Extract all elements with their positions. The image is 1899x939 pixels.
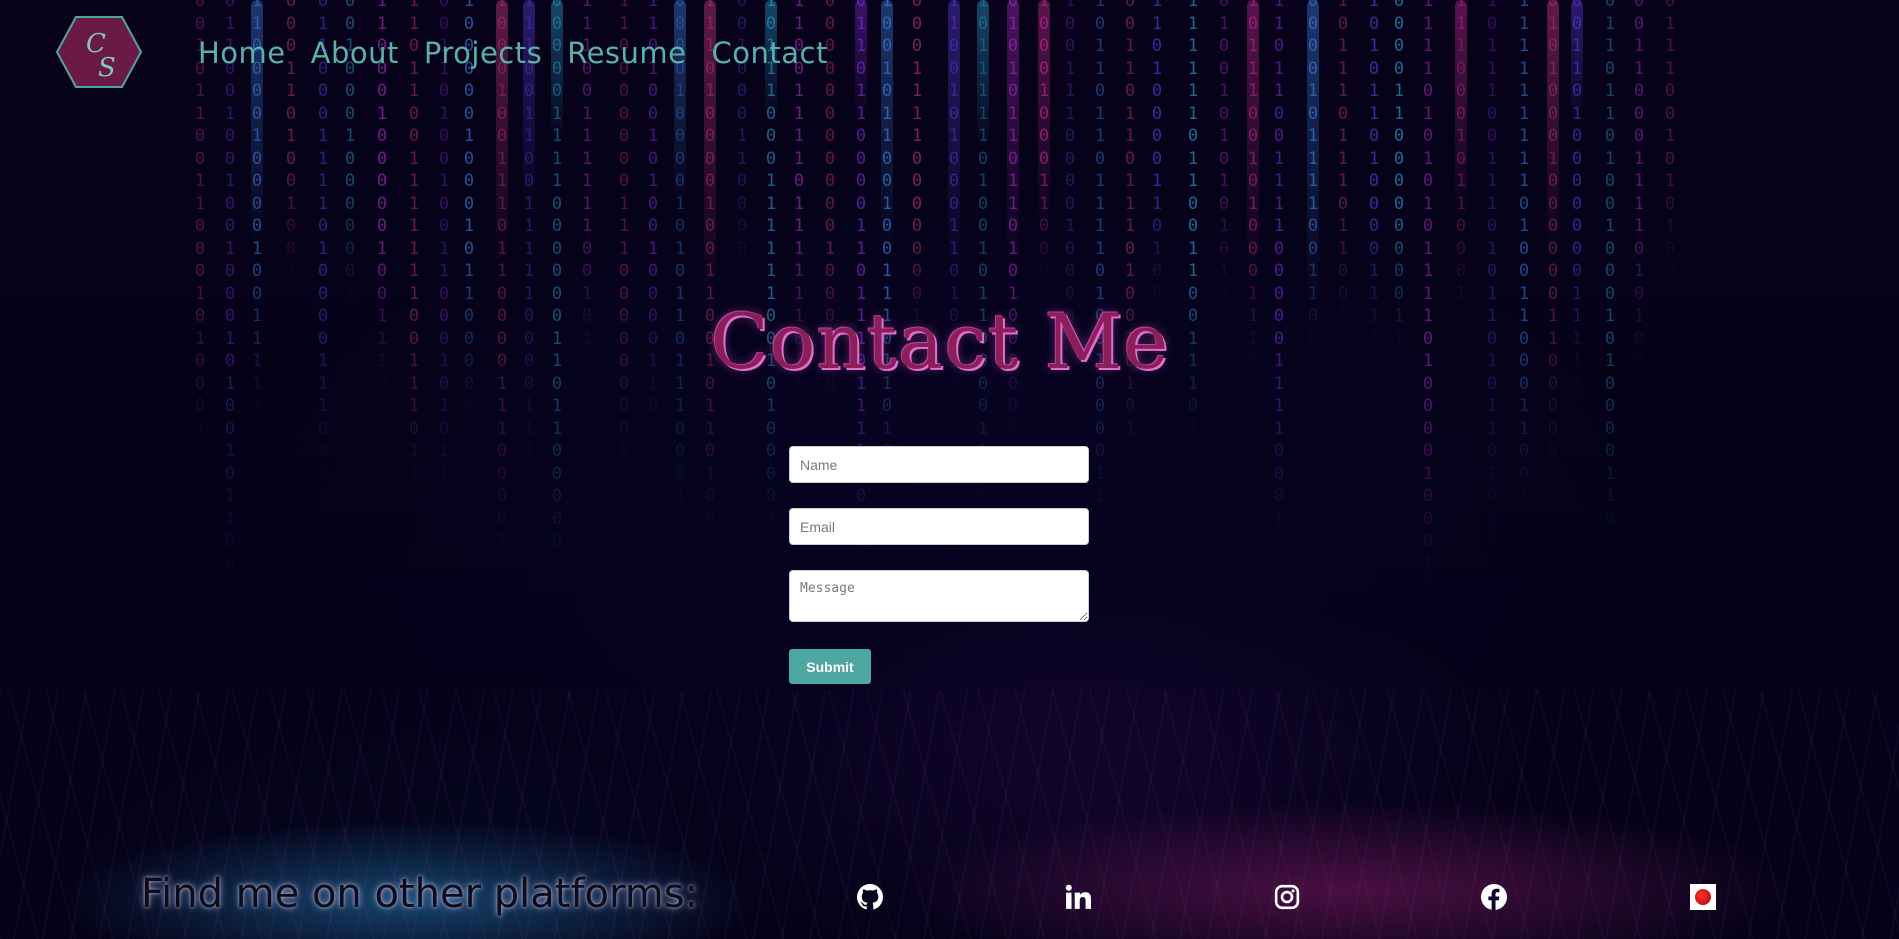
- nav-resume[interactable]: Resume: [567, 36, 686, 70]
- rain-streak: [1038, 0, 1050, 228]
- email-input[interactable]: [789, 508, 1089, 545]
- message-textarea[interactable]: [789, 570, 1089, 622]
- facebook-link[interactable]: [1479, 882, 1509, 912]
- rain-column: 111000101100011: [1455, 0, 1467, 326]
- rain-streak: [1571, 0, 1583, 125]
- rain-column: 1101100111100000111100010: [1273, 0, 1285, 551]
- github-icon: [857, 884, 883, 910]
- rain-column: 000010000101011011100011: [674, 0, 686, 529]
- background-glow: [900, 800, 1800, 939]
- linkedin-icon: [1065, 884, 1091, 909]
- rain-streak: [1247, 0, 1259, 269]
- page-title: Contact Me: [710, 297, 1170, 386]
- logo-letter-s: S: [98, 53, 116, 83]
- rain-column: 1110100001001100101101000: [704, 0, 716, 551]
- instagram-icon: [1274, 884, 1300, 910]
- linkedin-link[interactable]: [1063, 882, 1093, 912]
- name-input[interactable]: [789, 446, 1089, 483]
- rain-streak: [1455, 0, 1467, 215]
- rain-column: 0111001010100: [1664, 0, 1676, 281]
- nav-projects[interactable]: Projects: [424, 36, 542, 70]
- rain-column: 0110110100100010100001101: [1604, 0, 1616, 551]
- rain-streak: [1307, 0, 1319, 301]
- rain-column: 1110011001111100001110: [523, 0, 535, 484]
- github-link[interactable]: [855, 882, 885, 912]
- rain-streak: [881, 0, 893, 253]
- rain-streak: [977, 0, 989, 146]
- rain-column: 10001001110110000111000011: [496, 0, 508, 574]
- rain-column: 0110001111010000111000: [317, 0, 329, 484]
- rain-column: 1011100111010110101101000: [1486, 0, 1498, 551]
- nav-contact[interactable]: Contact: [712, 36, 828, 70]
- contact-page: 001011001100010100011 0110010010010001010…: [0, 0, 1899, 939]
- rain-column: 10111110100101100001111: [977, 0, 989, 506]
- rain-streak: [1547, 0, 1559, 252]
- rain-streak: [674, 0, 686, 202]
- rain-column: 001101001001100010101101: [438, 0, 450, 529]
- rain-column: 00000111100000011011000000: [551, 0, 563, 574]
- rain-column: 101110111011001: [1337, 0, 1349, 326]
- facebook-icon: [1481, 884, 1507, 910]
- rain-streak: [948, 0, 960, 272]
- rain-column: 11010000110100: [1151, 0, 1163, 304]
- main-nav: Home About Projects Resume Contact: [198, 36, 828, 70]
- rain-streak: [523, 0, 535, 208]
- rain-column: 01001010101011: [1218, 0, 1230, 304]
- rain-streak: [1007, 0, 1019, 266]
- platform-badge-image: [1690, 884, 1716, 910]
- footer-platforms-text: Find me on other platforms:: [141, 871, 699, 917]
- rain-column: 1100000001110000000000: [618, 0, 630, 484]
- rain-column: 101101101111010010000111: [1094, 0, 1106, 529]
- submit-button[interactable]: Submit: [789, 649, 871, 684]
- nav-about[interactable]: About: [311, 36, 399, 70]
- rain-column: 11011001111111001110111: [408, 0, 420, 506]
- contact-form: Submit: [789, 446, 1089, 684]
- instagram-link[interactable]: [1272, 882, 1302, 912]
- extra-platform-link[interactable]: [1688, 882, 1718, 912]
- site-logo[interactable]: C S: [56, 16, 142, 88]
- rain-column: 1000100011000: [1038, 0, 1050, 281]
- rain-streak: [855, 0, 867, 121]
- rain-column: 001101101110100101011: [1124, 0, 1136, 461]
- rain-column: 1001011001001110110100: [881, 0, 893, 484]
- rain-column: 0101000100000011000001: [1547, 0, 1559, 484]
- rain-column: 101110001111110010100001: [765, 0, 777, 529]
- nav-home[interactable]: Home: [198, 36, 286, 70]
- rain-column: 11111111101001100011001: [1518, 0, 1530, 506]
